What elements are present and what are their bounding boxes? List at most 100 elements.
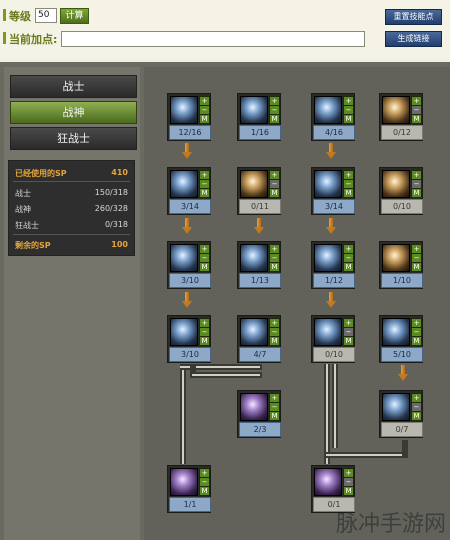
sp-row-value: 0/318 [104,220,128,229]
connector-line [182,364,184,464]
skill-icon-2[interactable] [240,96,268,124]
max-button[interactable]: M [343,486,354,496]
sp-row-label: 战士 [15,189,31,198]
skill-icon-4[interactable] [382,96,410,124]
skill-icon-1[interactable] [170,96,198,124]
sp-used-label: 已经使用的SP [15,169,67,178]
down-arrow-icon [182,218,192,235]
sp-remaining-row: 剩余的SP 100 [15,240,128,251]
down-arrow-icon [326,218,336,235]
skill-level-count: 0/12 [381,125,423,140]
max-button[interactable]: M [411,411,422,421]
skill-icon-14[interactable] [240,318,268,346]
sp-remaining-label: 剩余的SP [15,241,51,250]
skill-icon-18[interactable] [382,393,410,421]
skill-cell[interactable]: + − M 0/12 [379,93,423,141]
down-arrow-icon [398,365,408,382]
skill-cell[interactable]: + − M 3/10 [167,241,211,289]
skill-icon-16[interactable] [382,318,410,346]
skill-cell[interactable]: + − M 3/14 [311,167,355,215]
level-label: 等级 [9,10,31,23]
points-marker [3,32,6,44]
down-arrow-icon [326,143,336,160]
max-button[interactable]: M [269,188,280,198]
job-tab-war-god[interactable]: 战神 [10,101,137,124]
points-label: 当前加点: [9,33,58,46]
skill-level-count: 2/3 [239,422,281,437]
max-button[interactable]: M [343,262,354,272]
skill-cell[interactable]: + − M 3/14 [167,167,211,215]
skill-icon-10[interactable] [240,244,268,272]
max-button[interactable]: M [199,486,210,496]
skill-level-count: 1/1 [169,497,211,512]
max-button[interactable]: M [411,188,422,198]
reset-skill-points-button[interactable]: 重置技能点 [385,9,442,25]
divider [13,181,130,182]
down-arrow-icon [182,292,192,309]
sp-row-value: 260/328 [94,204,128,213]
max-button[interactable]: M [199,262,210,272]
skill-icon-17[interactable] [240,393,268,421]
skill-cell[interactable]: + − M 0/11 [237,167,281,215]
skill-cell[interactable]: + − M 1/10 [379,241,423,289]
skill-cell[interactable]: + − M 0/10 [379,167,423,215]
max-button[interactable]: M [411,114,422,124]
sp-row-label: 狂战士 [15,221,39,230]
skill-icon-6[interactable] [240,170,268,198]
skill-icon-3[interactable] [314,96,342,124]
skill-icon-13[interactable] [170,318,198,346]
level-input[interactable]: 50 [35,8,57,23]
max-button[interactable]: M [269,114,280,124]
skill-cell[interactable]: + − M 1/1 [167,465,211,513]
max-button[interactable]: M [411,336,422,346]
skill-cell[interactable]: + − M 5/10 [379,315,423,363]
max-button[interactable]: M [199,336,210,346]
skill-cell[interactable]: + − M 1/12 [311,241,355,289]
skill-level-count: 3/10 [169,273,211,288]
skill-cell[interactable]: + − M 2/3 [237,390,281,438]
skill-icon-15[interactable] [314,318,342,346]
skill-level-count: 3/10 [169,347,211,362]
skill-cell[interactable]: + − M 4/7 [237,315,281,363]
max-button[interactable]: M [343,188,354,198]
skill-level-count: 3/14 [313,199,355,214]
max-button[interactable]: M [269,336,280,346]
skill-cell[interactable]: + − M 12/16 [167,93,211,141]
skill-icon-12[interactable] [382,244,410,272]
skill-level-count: 12/16 [169,125,211,140]
max-button[interactable]: M [199,188,210,198]
current-points-input[interactable] [61,31,365,47]
skill-icon-9[interactable] [170,244,198,272]
skill-icon-8[interactable] [382,170,410,198]
skill-level-count: 0/10 [381,199,423,214]
skill-icon-11[interactable] [314,244,342,272]
sp-used-row: 已经使用的SP 410 [15,168,128,179]
skill-icon-20[interactable] [314,468,342,496]
skill-cell[interactable]: + − M 3/10 [167,315,211,363]
max-button[interactable]: M [269,411,280,421]
skill-level-count: 0/10 [313,347,355,362]
max-button[interactable]: M [343,336,354,346]
skill-icon-5[interactable] [170,170,198,198]
sp-row-warrior: 战士 150/318 [15,188,128,199]
skill-cell[interactable]: + − M 1/16 [237,93,281,141]
calculate-button[interactable]: 计算 [60,8,89,24]
job-tab-berserker[interactable]: 狂战士 [10,127,137,150]
job-tab-warrior[interactable]: 战士 [10,75,137,98]
sp-used-value: 410 [111,168,128,177]
skill-cell[interactable]: + − M 0/7 [379,390,423,438]
max-button[interactable]: M [343,114,354,124]
skill-cell[interactable]: + − M 4/16 [311,93,355,141]
generate-link-button[interactable]: 生成链接 [385,31,442,47]
skill-icon-7[interactable] [314,170,342,198]
down-arrow-icon [254,218,264,235]
max-button[interactable]: M [269,262,280,272]
max-button[interactable]: M [411,262,422,272]
skill-level-count: 1/13 [239,273,281,288]
skill-cell[interactable]: + − M 1/13 [237,241,281,289]
skill-cell[interactable]: + − M 0/10 [311,315,355,363]
connector-line [192,374,260,376]
watermark: 脉冲手游网 [335,512,446,537]
max-button[interactable]: M [199,114,210,124]
skill-icon-19[interactable] [170,468,198,496]
